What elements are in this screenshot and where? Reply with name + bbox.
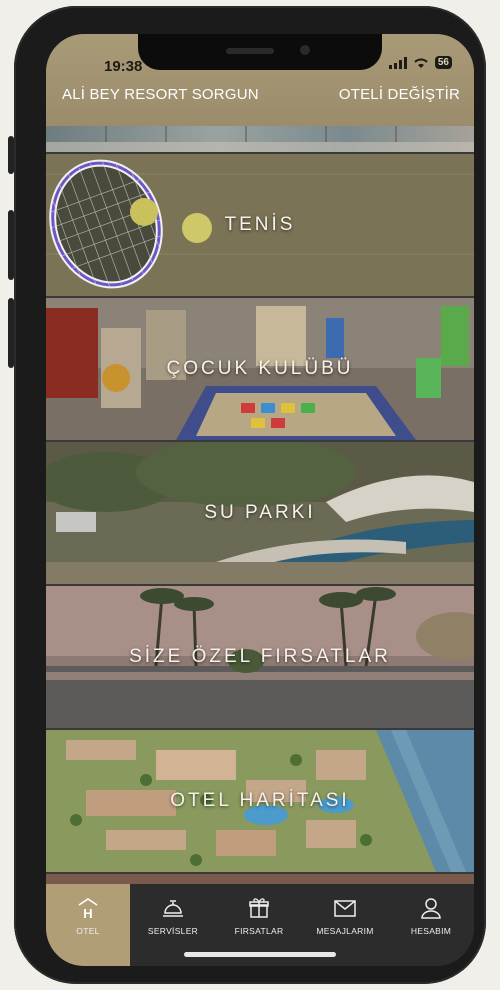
bottom-tab-bar: H OTEL SERVİSLER FIRSATLAR MESAJLARIM HE… <box>46 884 474 966</box>
card-water-park[interactable]: SU PARKI <box>46 442 474 584</box>
volume-down-button <box>8 298 14 368</box>
pool-strip-image <box>46 122 474 152</box>
tab-label: HESABIM <box>410 926 452 936</box>
wifi-icon <box>414 58 428 68</box>
camera-notch <box>138 34 382 70</box>
card-label: OTEL HARİTASI <box>170 790 350 811</box>
home-indicator[interactable] <box>184 952 336 957</box>
card-label: SU PARKI <box>204 502 316 523</box>
card-label: ÇOCUK KULÜBÜ <box>166 358 354 379</box>
user-icon <box>421 898 441 919</box>
tab-label: SERVİSLER <box>147 926 199 936</box>
tab-label: MESAJLARIM <box>316 926 374 936</box>
front-camera <box>300 45 310 55</box>
card-label: SİZE ÖZEL FIRSATLAR <box>129 646 391 667</box>
card-tennis[interactable]: TENİS <box>46 154 474 296</box>
gift-icon <box>249 898 269 918</box>
card-partial-top[interactable] <box>46 122 474 152</box>
signal-icon <box>388 56 407 69</box>
tab-hesabim[interactable]: HESABIM <box>388 884 474 966</box>
tab-otel[interactable]: H OTEL <box>46 884 130 966</box>
status-time: 19:38 <box>104 58 143 75</box>
card-kids-club[interactable]: ÇOCUK KULÜBÜ <box>46 298 474 440</box>
tab-label: FIRSATLAR <box>234 926 284 936</box>
card-hotel-map[interactable]: OTEL HARİTASI <box>46 730 474 872</box>
mail-icon <box>334 900 356 917</box>
side-button <box>8 136 14 174</box>
card-label: TENİS <box>224 214 296 235</box>
tab-label: OTEL <box>76 926 100 936</box>
volume-up-button <box>8 210 14 280</box>
speaker-grille <box>226 48 274 54</box>
svg-text:H: H <box>83 906 92 920</box>
hotel-name: ALİ BEY RESORT SORGUN <box>62 86 259 103</box>
status-icons: 56 <box>388 56 452 69</box>
change-hotel-button[interactable]: OTELİ DEĞİŞTİR <box>339 86 460 103</box>
hotel-icon: H <box>78 898 98 920</box>
battery-icon: 56 <box>434 56 452 69</box>
app-screen: TENİS ÇOCUK KULÜBÜ SU PARKI SİZE ÖZEL FI… <box>46 34 474 966</box>
card-special-offers[interactable]: SİZE ÖZEL FIRSATLAR <box>46 586 474 728</box>
concierge-bell-icon <box>163 900 183 917</box>
